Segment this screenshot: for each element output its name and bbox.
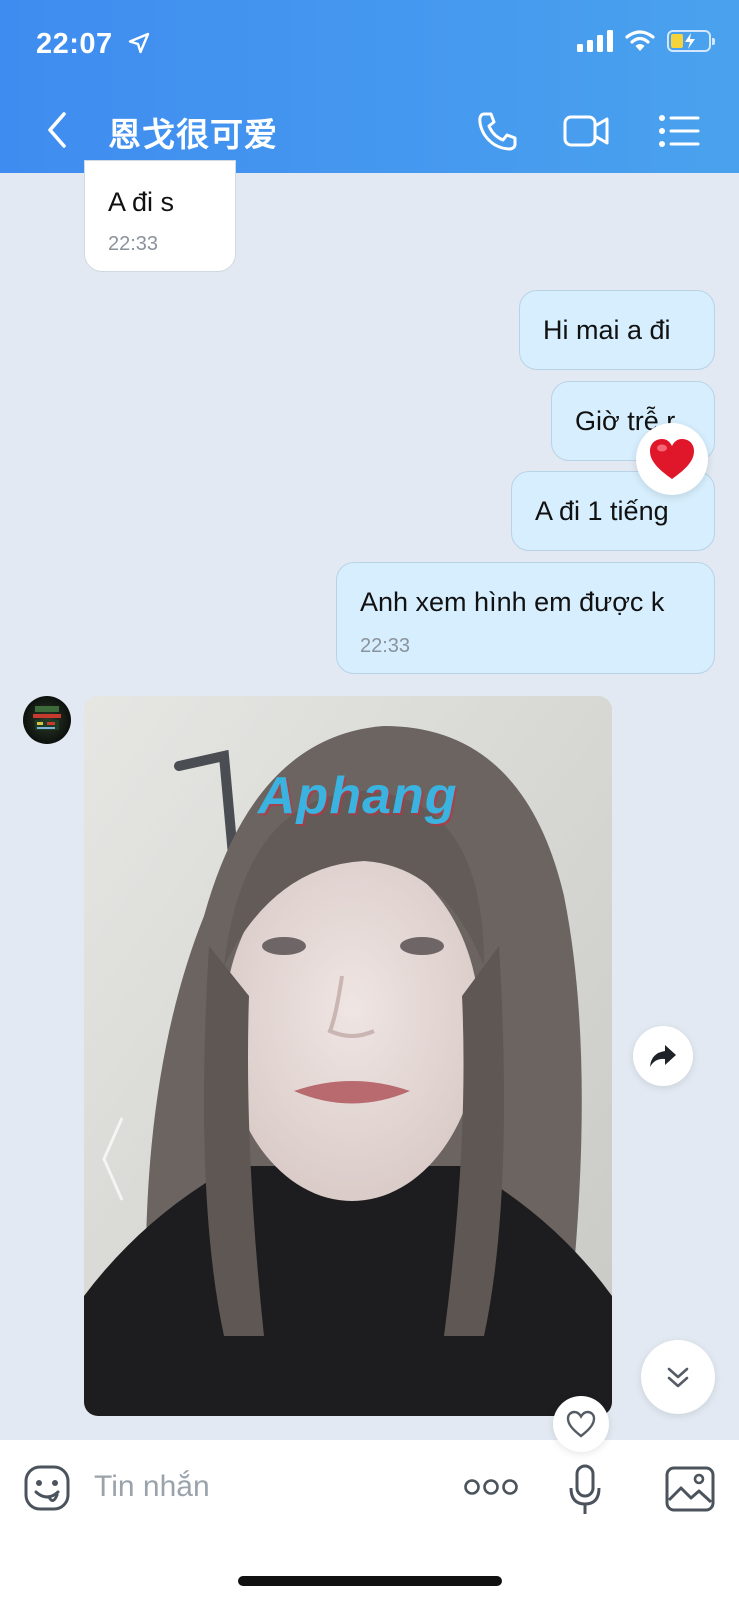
message-text: Anh xem hình em được k: [360, 587, 665, 617]
heart-icon: [650, 439, 694, 479]
like-heart-icon: [566, 1410, 596, 1438]
signal-icon: [577, 30, 613, 52]
heart-reaction-icon[interactable]: [636, 423, 708, 495]
incoming-message[interactable]: A đi s 22:33: [84, 160, 236, 272]
scroll-down-button[interactable]: [641, 1340, 715, 1414]
avatar-image: [33, 706, 61, 730]
photo-watermark: Aphang: [258, 767, 458, 825]
photo-prev-chevron-icon[interactable]: [98, 1114, 128, 1204]
conversation-title[interactable]: 恩戈很可爱: [108, 108, 278, 156]
image-icon[interactable]: [665, 1466, 715, 1512]
app-header: 22:07 恩戈很可爱: [0, 0, 739, 173]
forward-button[interactable]: [633, 1026, 693, 1086]
message-text: A đi 1 tiếng: [535, 496, 669, 526]
status-icons: [577, 30, 715, 52]
back-chevron-icon[interactable]: [40, 108, 74, 152]
location-arrow-icon: [129, 32, 150, 54]
message-input[interactable]: Tin nhắn: [94, 1470, 210, 1504]
like-button[interactable]: [553, 1396, 609, 1452]
menu-list-icon[interactable]: [656, 108, 704, 154]
battery-charging-icon: [667, 30, 715, 52]
contact-avatar[interactable]: [23, 696, 71, 744]
video-camera-icon[interactable]: [562, 108, 610, 154]
sticker-icon[interactable]: [23, 1464, 71, 1512]
message-timestamp: 22:33: [108, 233, 159, 255]
home-indicator: [238, 1576, 502, 1586]
message-text: Hi mai a đi: [543, 315, 671, 345]
outgoing-message[interactable]: Anh xem hình em được k 22:33: [336, 562, 715, 674]
outgoing-message[interactable]: Hi mai a đi: [519, 290, 715, 370]
message-timestamp: 22:33: [360, 635, 411, 657]
wifi-icon: [625, 30, 655, 51]
status-bar-time: 22:07: [36, 28, 151, 61]
forward-icon: [650, 1045, 676, 1067]
microphone-icon[interactable]: [568, 1464, 602, 1516]
more-icon[interactable]: [464, 1476, 518, 1498]
shared-photo[interactable]: Aphang: [84, 696, 612, 1416]
message-text: A đi s: [108, 187, 175, 217]
phone-icon[interactable]: [474, 108, 522, 154]
message-input-bar: Tin nhắn: [0, 1440, 739, 1600]
status-time-text: 22:07: [36, 28, 113, 60]
scroll-down-icon: [667, 1367, 689, 1388]
